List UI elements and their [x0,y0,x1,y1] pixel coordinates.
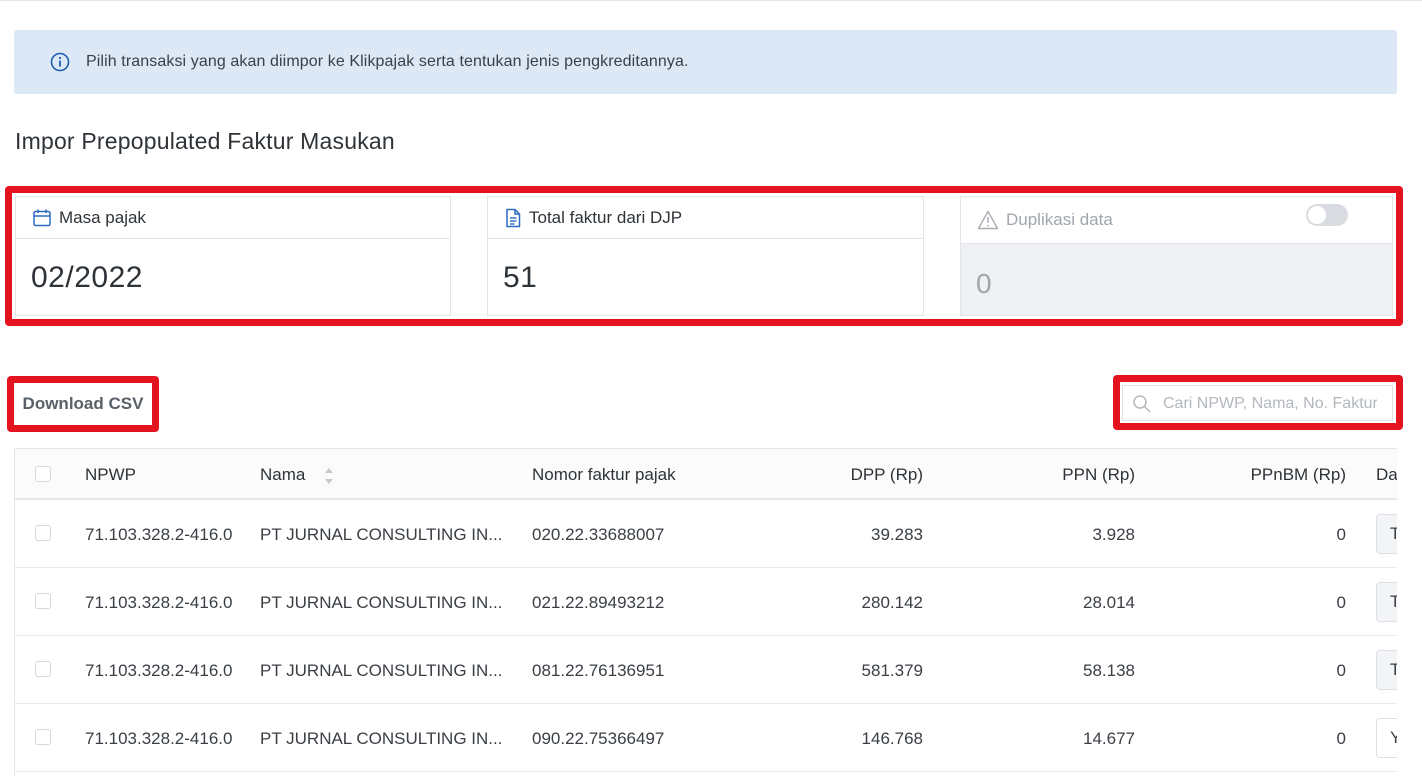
cell-ppn: 14.677 [1083,729,1135,748]
document-icon [506,208,521,227]
sort-icon[interactable] [323,466,335,486]
cell-nama: PT JURNAL CONSULTING IN... [260,729,503,748]
cell-dpp: 280.142 [861,593,923,612]
total-faktur-header: Total faktur dari DJP [488,197,923,239]
info-banner: Pilih transaksi yang akan diimpor ke Kli… [14,30,1397,94]
calendar-icon [33,209,51,226]
cell-ppnbm: 0 [1336,593,1346,612]
cell-dpp: 39.283 [871,525,923,544]
cell-ppnbm: 0 [1336,729,1346,748]
warning-icon [977,210,999,230]
table-row[interactable]: 71.103.328.2-416.0 PT JURNAL CONSULTING … [15,636,1397,704]
cell-ppnbm: 0 [1336,661,1346,680]
cell-nomor-faktur: 090.22.75366497 [532,729,665,748]
cell-nomor-faktur: 020.22.33688007 [532,525,665,544]
cell-npwp: 71.103.328.2-416.0 [85,729,233,748]
cell-nama: PT JURNAL CONSULTING IN... [260,525,503,544]
toggle-knob [1308,206,1326,224]
cell-ppnbm: 0 [1336,525,1346,544]
column-cut-off[interactable]: Da [1376,465,1397,485]
cell-ppn: 28.014 [1083,593,1135,612]
column-ppn[interactable]: PPN (Rp) [1062,465,1135,485]
row-action-select[interactable]: T [1376,650,1397,690]
total-faktur-value: 51 [503,261,538,294]
masa-pajak-card: Masa pajak 02/2022 [15,196,451,316]
info-circle-icon [50,52,70,72]
row-action-select[interactable]: T [1376,514,1397,554]
top-divider [0,0,1422,1]
column-nomor-faktur[interactable]: Nomor faktur pajak [532,465,676,485]
total-faktur-card: Total faktur dari DJP 51 [487,196,924,316]
search-input[interactable] [1163,393,1377,415]
row-action-select[interactable]: Y [1376,718,1397,758]
table-row[interactable]: 71.103.328.2-416.0 PT JURNAL CONSULTING … [15,568,1397,636]
column-nama[interactable]: Nama [260,465,305,485]
page-title: Impor Prepopulated Faktur Masukan [15,128,395,154]
search-box [1122,385,1393,421]
duplikasi-toggle[interactable] [1306,204,1348,226]
duplikasi-data-card: Duplikasi data 0 [960,196,1393,316]
masa-pajak-header: Masa pajak [16,197,450,239]
masa-pajak-label: Masa pajak [59,207,146,227]
row-action-select[interactable]: T [1376,582,1397,622]
info-banner-text: Pilih transaksi yang akan diimpor ke Kli… [86,53,689,70]
column-ppnbm[interactable]: PPnBM (Rp) [1251,465,1346,485]
cell-nama: PT JURNAL CONSULTING IN... [260,661,503,680]
table-header: NPWP Nama Nomor faktur pajak DPP (Rp) PP… [15,449,1397,500]
cell-nama: PT JURNAL CONSULTING IN... [260,593,503,612]
cell-dpp: 581.379 [861,661,923,680]
row-checkbox[interactable] [35,661,51,677]
cell-ppn: 3.928 [1092,525,1135,544]
search-icon [1133,395,1151,413]
row-checkbox[interactable] [35,525,51,541]
masa-pajak-value: 02/2022 [31,261,143,294]
table-row[interactable]: 71.103.328.2-416.0 PT JURNAL CONSULTING … [15,704,1397,772]
row-checkbox[interactable] [35,729,51,745]
cell-dpp: 146.768 [861,729,923,748]
download-csv-button[interactable]: Download CSV [17,386,149,422]
duplikasi-data-header: Duplikasi data [961,197,1392,244]
faktur-table: NPWP Nama Nomor faktur pajak DPP (Rp) PP… [14,448,1397,776]
cell-npwp: 71.103.328.2-416.0 [85,593,233,612]
cell-npwp: 71.103.328.2-416.0 [85,661,233,680]
duplikasi-data-label: Duplikasi data [1006,210,1113,229]
duplikasi-data-value: 0 [976,268,993,299]
cell-nomor-faktur: 021.22.89493212 [532,593,665,612]
select-all-checkbox[interactable] [35,466,51,482]
column-npwp[interactable]: NPWP [85,465,136,485]
table-row[interactable]: 71.103.328.2-416.0 PT JURNAL CONSULTING … [15,500,1397,568]
cell-ppn: 58.138 [1083,661,1135,680]
total-faktur-label: Total faktur dari DJP [529,207,683,227]
column-dpp[interactable]: DPP (Rp) [851,465,923,485]
cell-nomor-faktur: 081.22.76136951 [532,661,665,680]
row-checkbox[interactable] [35,593,51,609]
cell-npwp: 71.103.328.2-416.0 [85,525,233,544]
